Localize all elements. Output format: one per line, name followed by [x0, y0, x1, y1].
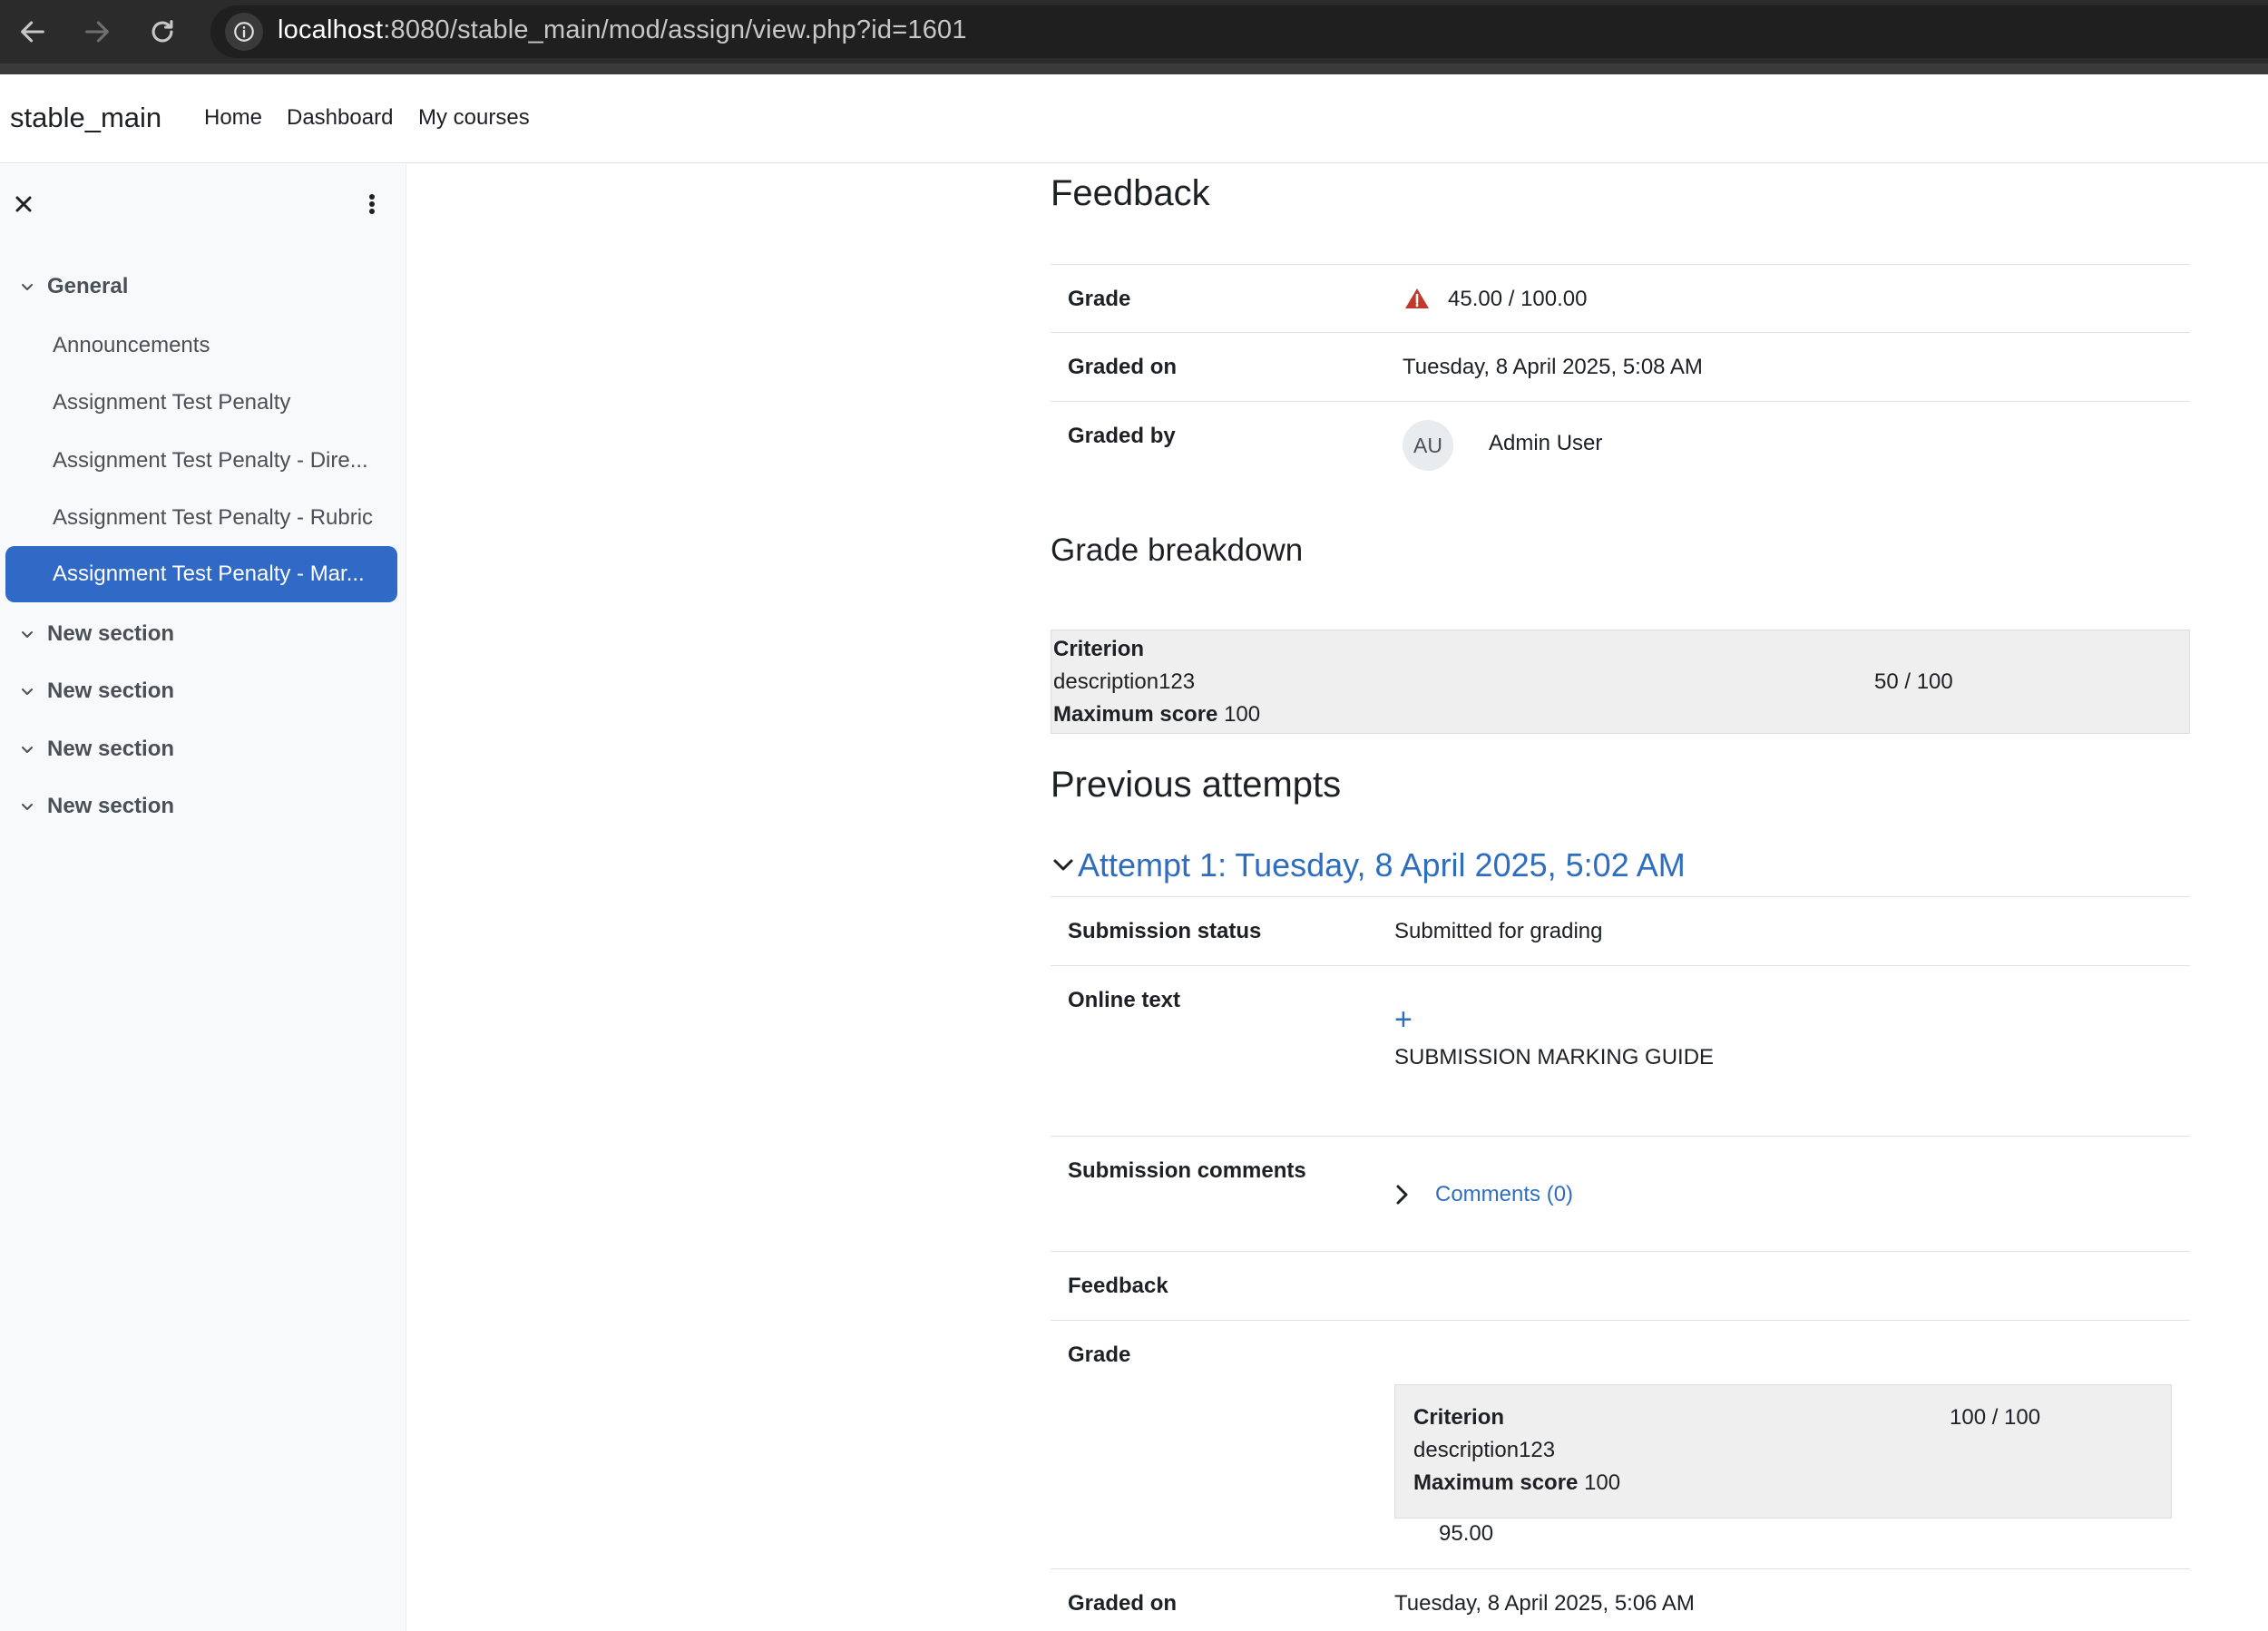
- section-label: New section: [47, 737, 175, 761]
- close-drawer-button[interactable]: [11, 191, 36, 217]
- grade-breakdown-heading: Grade breakdown: [1051, 532, 1304, 568]
- kebab-menu-icon: [369, 194, 375, 214]
- grade-value: 45.00 / 100.00: [1448, 287, 1588, 311]
- section-label: New section: [47, 621, 175, 646]
- online-text-label: Online text: [1068, 988, 1181, 1012]
- submission-status-label: Submission status: [1068, 919, 1262, 943]
- grade-breakdown-table: Criterion description123 50 / 100 Maximu…: [1051, 630, 2190, 734]
- toolbar-divider: [0, 63, 2268, 74]
- chevron-right-icon[interactable]: [1393, 1182, 1411, 1207]
- chevron-down-icon[interactable]: [17, 277, 37, 297]
- back-button[interactable]: [14, 13, 52, 51]
- max-score-value: 100: [1224, 702, 1261, 727]
- comments-link[interactable]: Comments (0): [1435, 1182, 1573, 1207]
- submission-status-value: Submitted for grading: [1394, 919, 1603, 943]
- section-label: New section: [47, 794, 175, 818]
- activity-announcements[interactable]: Announcements: [5, 317, 397, 374]
- section-label: General: [47, 274, 129, 298]
- section-label: New section: [47, 679, 175, 703]
- graded-by-label: Graded by: [1068, 424, 1176, 448]
- activity-assignment-rubric[interactable]: Assignment Test Penalty - Rubric: [5, 490, 397, 546]
- attempt-toggle[interactable]: Attempt 1: Tuesday, 8 April 2025, 5:02 A…: [1051, 843, 1686, 888]
- attempt-grade-row: Grade Criterion 100 / 100 description123…: [1051, 1320, 2190, 1534]
- chevron-down-icon[interactable]: [17, 739, 37, 759]
- attempt-link[interactable]: Attempt 1: Tuesday, 8 April 2025, 5:02 A…: [1078, 846, 1686, 884]
- graded-on-value: Tuesday, 8 April 2025, 5:08 AM: [1403, 355, 1703, 379]
- site-brand[interactable]: stable_main: [10, 102, 161, 134]
- chevron-down-icon[interactable]: [17, 681, 37, 701]
- attempt-graded-on-row: Graded on Tuesday, 8 April 2025, 5:06 AM: [1051, 1568, 2190, 1631]
- graded-by-value[interactable]: Admin User: [1489, 431, 1602, 456]
- url-host: localhost: [278, 15, 384, 44]
- section-new-2[interactable]: New section: [0, 666, 406, 717]
- drawer-options-button[interactable]: [359, 190, 385, 219]
- activity-assignment-marking-guide[interactable]: Assignment Test Penalty - Mar...: [5, 546, 397, 602]
- address-bar[interactable]: localhost:8080/stable_main/mod/assign/vi…: [210, 5, 2268, 58]
- feedback-heading: Feedback: [1051, 173, 1210, 213]
- criterion-description: description123: [1053, 669, 1196, 694]
- online-text-row: Online text + SUBMISSION MARKING GUIDE: [1051, 965, 2190, 1136]
- url-text[interactable]: localhost:8080/stable_main/mod/assign/vi…: [278, 15, 967, 45]
- reload-button[interactable]: [143, 13, 181, 51]
- section-new-1[interactable]: New section: [0, 609, 406, 659]
- attempt-max-score-value: 100: [1584, 1470, 1621, 1495]
- arrow-right-icon: [85, 21, 109, 43]
- activity-assignment-direct[interactable]: Assignment Test Penalty - Dire...: [5, 433, 397, 489]
- submission-comments-label: Submission comments: [1068, 1158, 1306, 1183]
- nav-my-courses[interactable]: My courses: [418, 105, 530, 131]
- submission-comments-row: Submission comments Comments (0): [1051, 1136, 2190, 1251]
- forward-button[interactable]: [78, 13, 116, 51]
- online-text-value: SUBMISSION MARKING GUIDE: [1394, 1045, 1715, 1069]
- browser-toolbar: localhost:8080/stable_main/mod/assign/vi…: [0, 0, 2268, 74]
- site-navbar: stable_main Home Dashboard My courses: [0, 74, 2268, 163]
- course-index-drawer: General Announcements Assignment Test Pe…: [0, 164, 406, 1631]
- attempt-criterion-score: 100 / 100: [1950, 1405, 2041, 1430]
- feedback-graded-on-row: Graded on Tuesday, 8 April 2025, 5:08 AM: [1051, 332, 2190, 401]
- section-new-3[interactable]: New section: [0, 724, 406, 775]
- submission-status-row: Submission status Submitted for grading: [1051, 896, 2190, 965]
- attempt-feedback-label: Feedback: [1068, 1274, 1168, 1298]
- criterion-label: Criterion: [1053, 637, 1145, 661]
- attempt-graded-on-value: Tuesday, 8 April 2025, 5:06 AM: [1394, 1591, 1695, 1616]
- graded-on-label: Graded on: [1068, 355, 1178, 379]
- feedback-grade-row: Grade 45.00 / 100.00: [1051, 264, 2190, 332]
- attempt-grade-value: 95.00: [1439, 1521, 1494, 1546]
- reload-icon: [152, 20, 173, 43]
- attempt-grade-label: Grade: [1068, 1343, 1131, 1367]
- criterion-score: 50 / 100: [1874, 669, 1953, 694]
- arrow-left-icon: [21, 21, 44, 43]
- max-score-label: Maximum score: [1053, 702, 1218, 727]
- attempt-criterion-description: description123: [1413, 1438, 1556, 1462]
- avatar[interactable]: AU: [1403, 420, 1453, 471]
- attempt-guide-table: Criterion 100 / 100 description123 Maxim…: [1394, 1384, 2172, 1519]
- chevron-down-icon[interactable]: [17, 796, 37, 816]
- expand-plus-icon[interactable]: +: [1394, 1002, 1413, 1038]
- section-general[interactable]: General: [0, 261, 406, 312]
- nav-home[interactable]: Home: [204, 105, 262, 131]
- url-path: :8080/stable_main/mod/assign/view.php?id…: [383, 15, 967, 44]
- attempt-feedback-row: Feedback: [1051, 1251, 2190, 1320]
- close-icon: [15, 196, 32, 212]
- warning-icon: [1405, 288, 1429, 308]
- previous-attempts-heading: Previous attempts: [1051, 765, 1342, 805]
- section-new-4[interactable]: New section: [0, 781, 406, 832]
- feedback-graded-by-row: Graded by AU Admin User: [1051, 401, 2190, 492]
- chevron-down-icon: [1053, 859, 1073, 871]
- grade-label: Grade: [1068, 287, 1131, 311]
- chevron-down-icon[interactable]: [17, 624, 37, 644]
- attempt-criterion-label: Criterion: [1413, 1405, 1505, 1430]
- activity-assignment-test-penalty[interactable]: Assignment Test Penalty: [5, 375, 397, 431]
- site-info-icon[interactable]: [225, 13, 263, 51]
- nav-dashboard[interactable]: Dashboard: [287, 105, 393, 131]
- attempt-graded-on-label: Graded on: [1068, 1591, 1178, 1616]
- attempt-max-score-label: Maximum score: [1413, 1470, 1579, 1495]
